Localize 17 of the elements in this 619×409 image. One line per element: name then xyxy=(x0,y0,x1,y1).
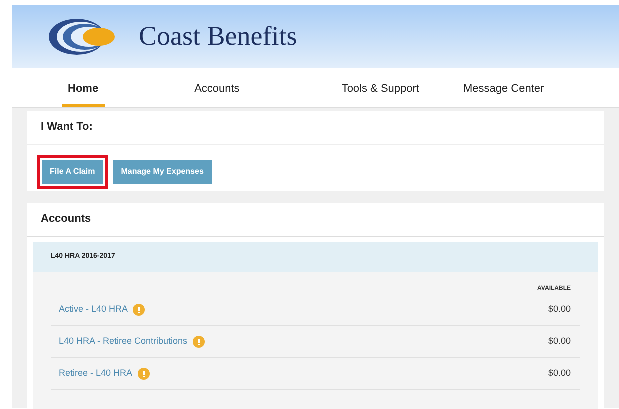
info-icon[interactable] xyxy=(138,368,150,380)
account-link[interactable]: Active - L40 HRA xyxy=(59,302,128,316)
amount: $0.00 xyxy=(548,302,571,316)
nav-tab[interactable]: Message Center xyxy=(461,80,546,107)
action-button[interactable]: File A Claim xyxy=(42,160,104,184)
info-icon[interactable] xyxy=(192,336,205,348)
account-link[interactable]: Retiree - L40 HRA xyxy=(59,366,133,380)
section-title: I Want To: xyxy=(41,120,93,136)
nav-tab[interactable]: Accounts xyxy=(192,80,242,107)
nav-tab[interactable]: Tools & Support xyxy=(340,80,422,107)
action-button[interactable]: Manage My Expenses xyxy=(113,160,212,184)
amount: $0.00 xyxy=(548,334,571,348)
account-link[interactable]: L40 HRA - Retiree Contributions xyxy=(59,334,188,348)
amount: $0.00 xyxy=(548,366,571,380)
brand-name: Coast Benefits xyxy=(139,20,298,54)
section-title: Accounts xyxy=(41,212,92,228)
info-icon[interactable] xyxy=(133,304,146,316)
